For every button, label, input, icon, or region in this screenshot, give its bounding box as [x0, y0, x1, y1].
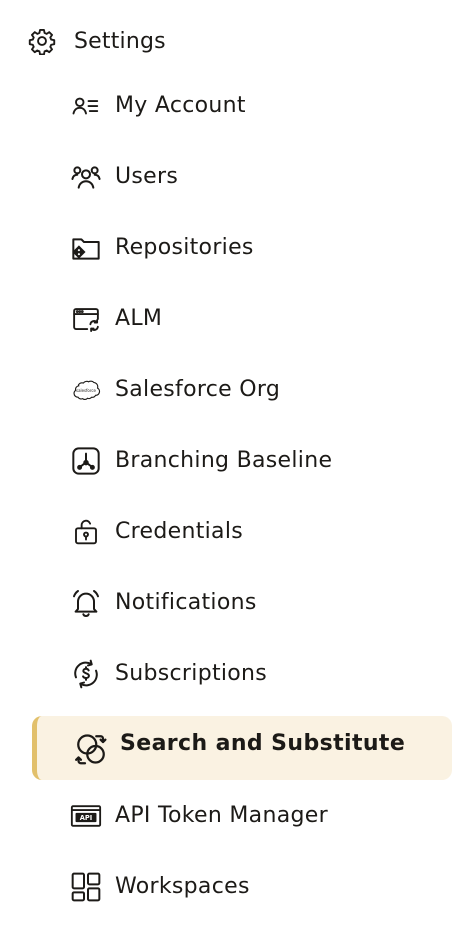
search-substitute-icon [73, 731, 109, 767]
nav-item-label: Salesforce Org [115, 377, 281, 402]
nav-item-label: ALM [115, 306, 163, 331]
settings-title: Settings [74, 28, 166, 54]
alm-window-icon [70, 303, 102, 335]
api-icon-text: API [80, 814, 92, 822]
salesforce-cloud-icon: salesforce [70, 374, 102, 406]
nav-item-label: Branching Baseline [115, 448, 333, 473]
api-token-icon: API [70, 800, 102, 832]
nav-item-workspaces[interactable]: Workspaces [0, 851, 462, 922]
branch-icon [70, 445, 102, 477]
nav-item-label: Workspaces [115, 874, 250, 899]
nav-item-credentials[interactable]: Credentials [0, 496, 462, 567]
repository-folder-icon [70, 232, 102, 264]
nav-item-label: Search and Substitute [120, 731, 406, 756]
nav-item-label: Repositories [115, 235, 254, 260]
salesforce-logo-text: salesforce [76, 387, 97, 392]
nav-item-salesforce-org[interactable]: salesforce Salesforce Org [0, 354, 462, 425]
unlock-icon [70, 516, 102, 548]
nav-item-repositories[interactable]: Repositories [0, 212, 462, 283]
nav-item-label: Subscriptions [115, 661, 268, 686]
nav-item-my-account[interactable]: My Account [0, 70, 462, 141]
nav-item-users[interactable]: Users [0, 141, 462, 212]
subscription-dollar-icon [70, 658, 102, 690]
nav-item-label: API Token Manager [115, 803, 328, 828]
nav-item-label: Credentials [115, 519, 243, 544]
gear-icon [28, 27, 56, 55]
nav-item-label: Notifications [115, 590, 257, 615]
nav-item-label: My Account [115, 93, 246, 118]
users-icon [70, 161, 102, 193]
settings-nav-list: My Account Users Repositories ALM salesf… [0, 70, 462, 922]
user-list-icon [70, 90, 102, 122]
settings-header[interactable]: Settings [28, 24, 166, 58]
nav-item-label: Users [115, 164, 179, 189]
nav-item-search-and-substitute[interactable]: Search and Substitute [0, 709, 462, 780]
nav-item-api-token-manager[interactable]: API API Token Manager [0, 780, 462, 851]
nav-item-branching-baseline[interactable]: Branching Baseline [0, 425, 462, 496]
bell-icon [70, 587, 102, 619]
nav-item-alm[interactable]: ALM [0, 283, 462, 354]
nav-item-subscriptions[interactable]: Subscriptions [0, 638, 462, 709]
workspaces-grid-icon [70, 871, 102, 903]
nav-item-notifications[interactable]: Notifications [0, 567, 462, 638]
